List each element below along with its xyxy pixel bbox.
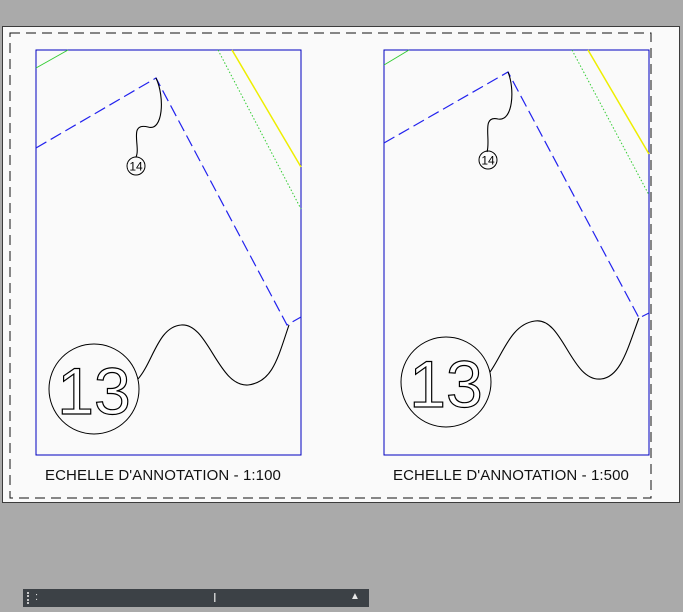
text-cursor-icon: I bbox=[213, 590, 217, 605]
command-prompt: : bbox=[35, 591, 39, 603]
viewport-1[interactable]: 14 13 bbox=[35, 49, 302, 456]
command-line[interactable]: : I ▲ bbox=[23, 589, 369, 607]
tag-small-label: 14 bbox=[481, 154, 495, 168]
command-history-arrow-icon[interactable]: ▲ bbox=[350, 591, 360, 602]
grip-handle-icon[interactable] bbox=[27, 592, 32, 604]
command-input[interactable] bbox=[45, 590, 345, 605]
layout-sheet[interactable]: 14 13 14 13 ECHELLE D'ANNOTATION - 1:100… bbox=[2, 26, 680, 503]
viewport-2[interactable]: 14 13 bbox=[383, 49, 650, 456]
viewport-1-scale-label: ECHELLE D'ANNOTATION - 1:100 bbox=[45, 467, 282, 484]
viewport-2-scale-label: ECHELLE D'ANNOTATION - 1:500 bbox=[393, 467, 630, 484]
tag-large-label: 13 bbox=[409, 347, 482, 421]
tag-large-label: 13 bbox=[57, 354, 130, 428]
tag-small-label: 14 bbox=[129, 160, 143, 174]
layout-drawing: 14 13 14 13 bbox=[9, 32, 652, 499]
